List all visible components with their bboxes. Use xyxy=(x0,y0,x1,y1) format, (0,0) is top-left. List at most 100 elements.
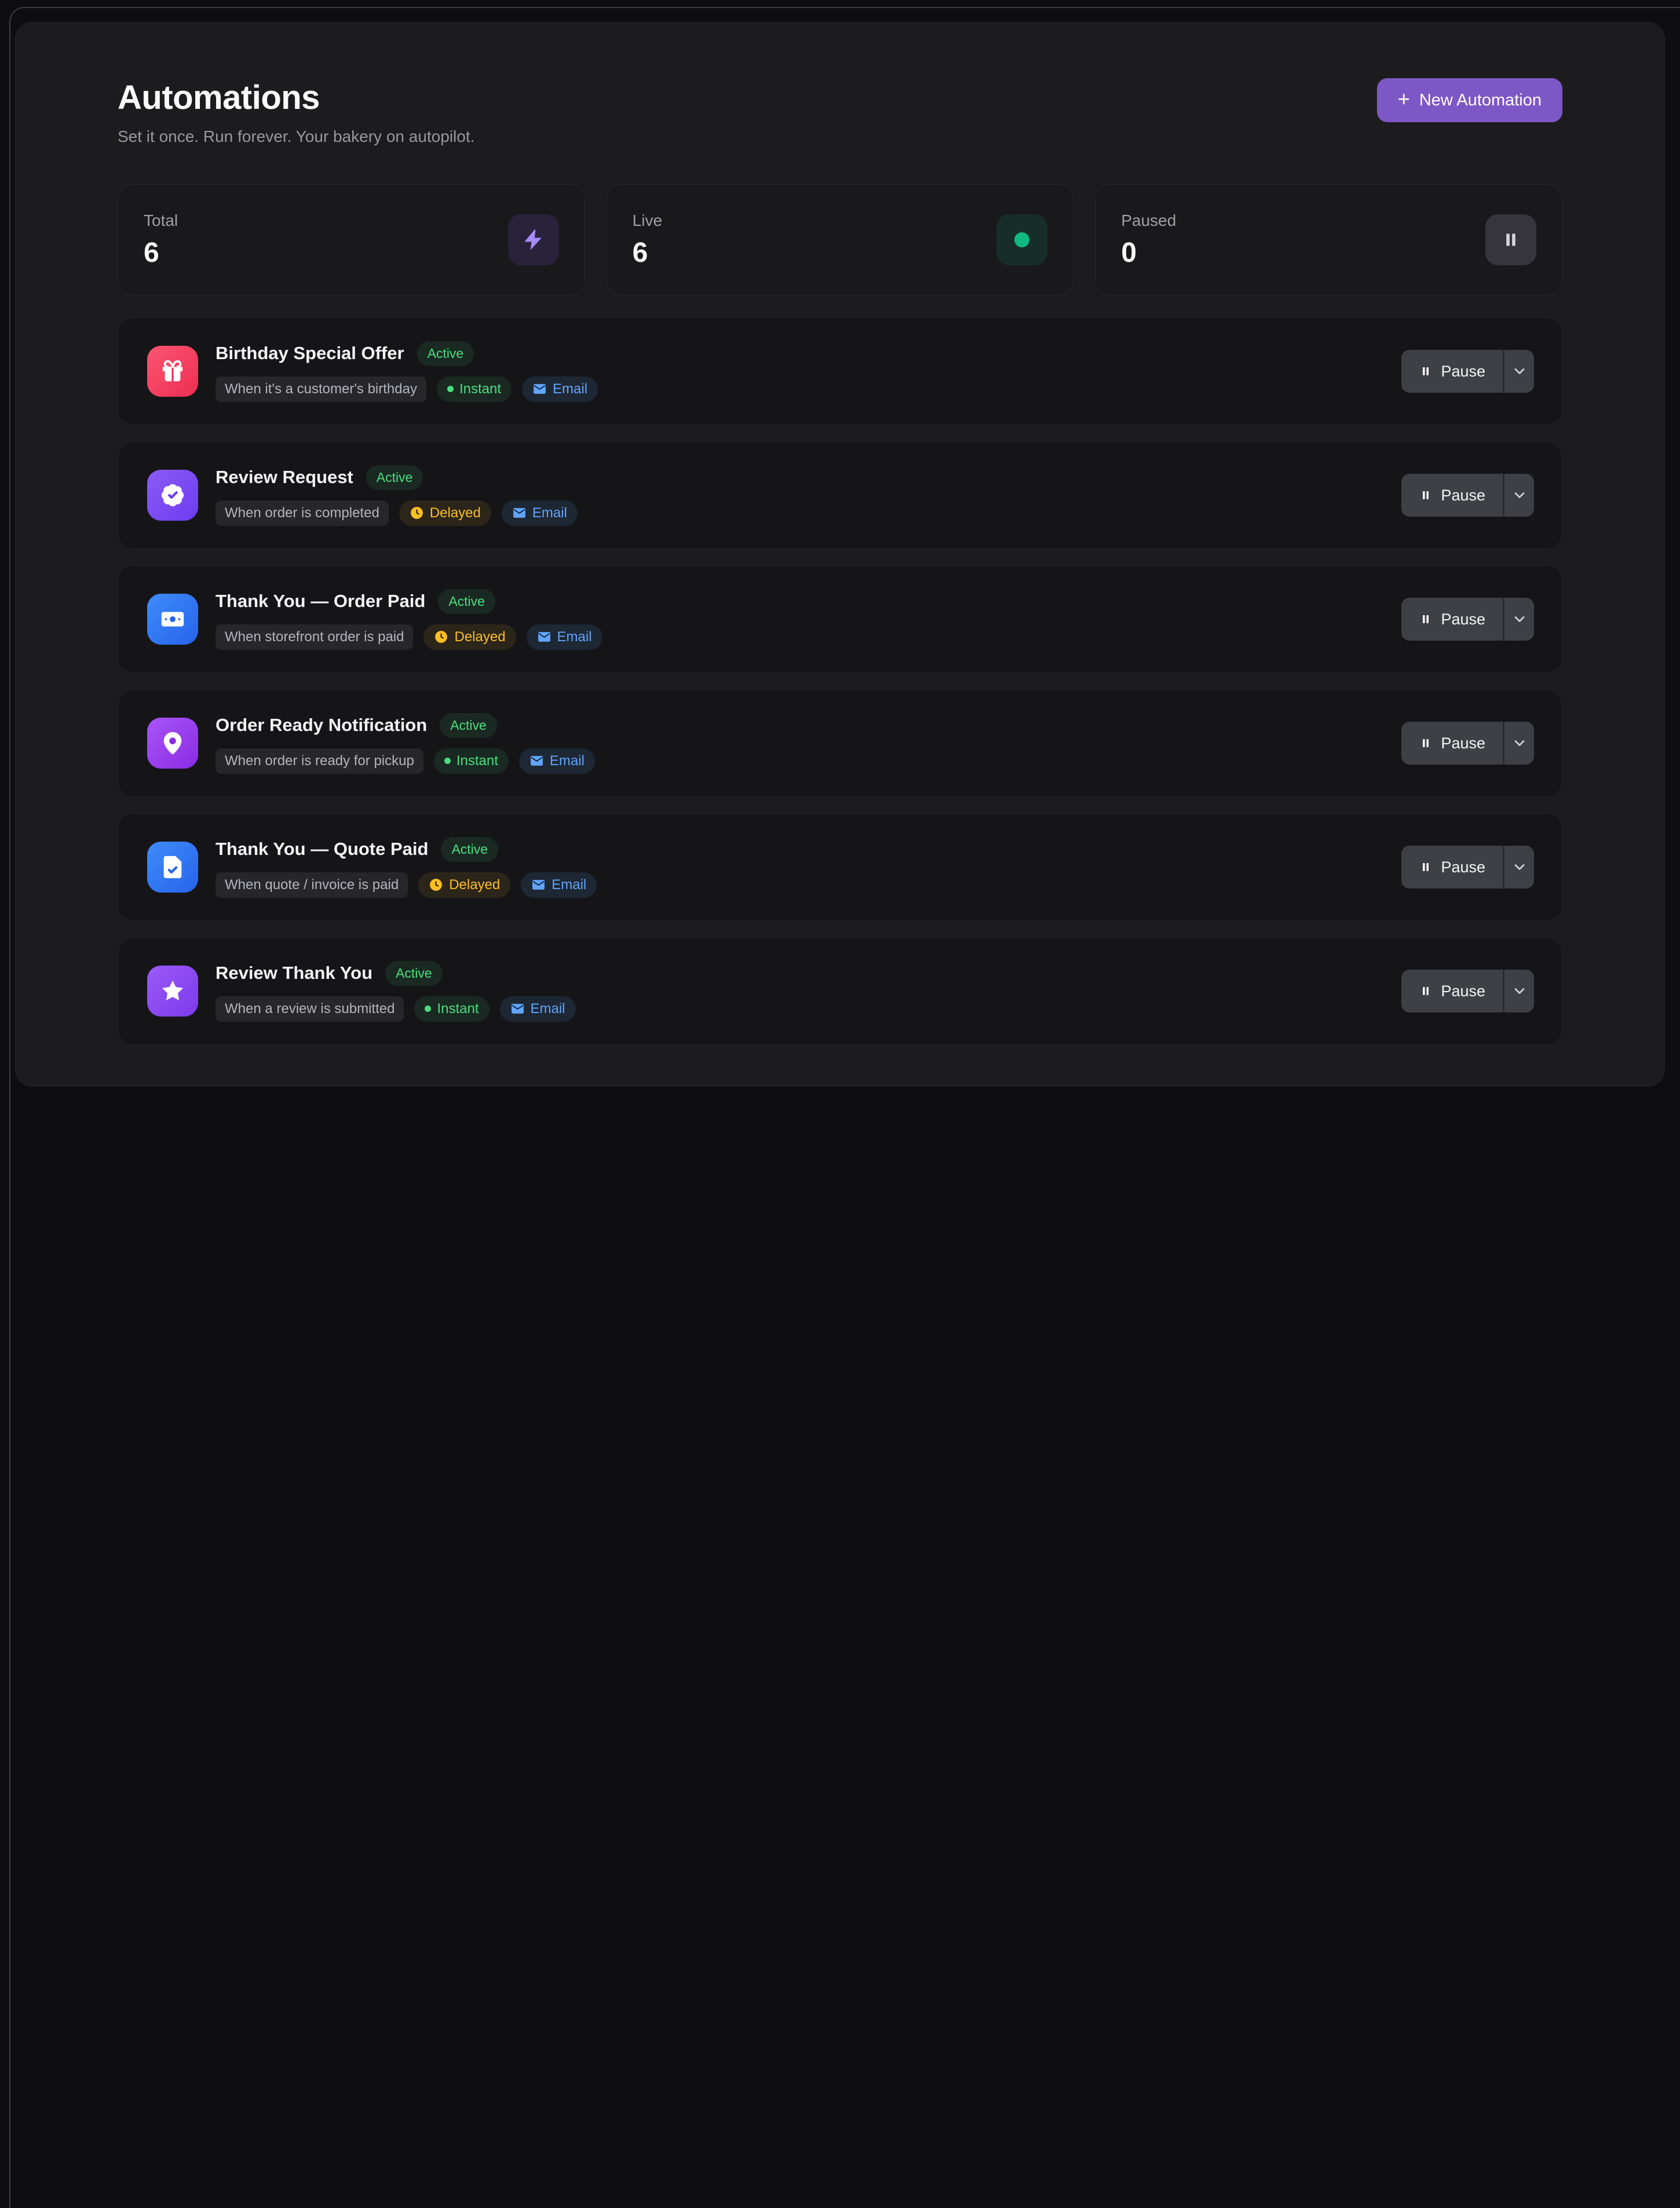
channel-label: Email xyxy=(550,753,585,769)
timing-badge: Delayed xyxy=(423,624,516,650)
envelope-icon xyxy=(529,754,544,768)
stats-row: Total 6 Live 6 Paused 0 xyxy=(118,184,1562,295)
stat-value: 0 xyxy=(1121,237,1176,269)
pause-button-label: Pause xyxy=(1441,487,1485,505)
pause-glyph-icon xyxy=(1419,612,1433,626)
envelope-icon xyxy=(510,1001,525,1016)
automation-row: Birthday Special Offer Active When it's … xyxy=(118,317,1562,425)
pause-button[interactable]: Pause xyxy=(1401,474,1503,517)
automation-row-actions: Pause xyxy=(1401,350,1534,393)
envelope-icon xyxy=(537,630,552,644)
channel-badge: Email xyxy=(521,872,597,898)
page-heading-group: Automations Set it once. Run forever. Yo… xyxy=(118,78,474,146)
plus-icon: + xyxy=(1398,87,1410,111)
page-header: Automations Set it once. Run forever. Yo… xyxy=(118,78,1562,146)
page-title: Automations xyxy=(118,78,474,117)
channel-label: Email xyxy=(531,1001,565,1017)
automation-title-line: Review Request Active xyxy=(216,465,578,490)
timing-badge: Instant xyxy=(437,376,512,402)
timing-badge: Delayed xyxy=(399,500,491,526)
automation-list: Birthday Special Offer Active When it's … xyxy=(118,317,1562,1045)
automation-row-actions: Pause xyxy=(1401,722,1534,765)
file-check-icon xyxy=(159,854,186,880)
stat-label: Total xyxy=(144,211,178,230)
status-badge: Active xyxy=(417,341,474,366)
chevron-down-icon xyxy=(1511,735,1528,751)
pause-button[interactable]: Pause xyxy=(1401,846,1503,889)
new-automation-button[interactable]: + New Automation xyxy=(1377,78,1562,122)
pause-button[interactable]: Pause xyxy=(1401,970,1503,1012)
automation-icon xyxy=(147,346,198,397)
automation-title-line: Thank You — Order Paid Active xyxy=(216,589,602,614)
row-menu-chevron-button[interactable] xyxy=(1503,598,1534,641)
trigger-pill: When it's a customer's birthday xyxy=(216,376,426,402)
live-dot xyxy=(1014,232,1029,247)
clock-icon xyxy=(410,506,424,520)
pause-glyph xyxy=(1501,230,1521,250)
pause-button[interactable]: Pause xyxy=(1401,350,1503,393)
automation-meta-line: When storefront order is paid Delayed xyxy=(216,624,602,650)
lightning-glyph xyxy=(521,228,546,252)
pause-glyph-icon xyxy=(1419,736,1433,750)
stat-label: Paused xyxy=(1121,211,1176,230)
status-badge: Active xyxy=(440,713,497,738)
channel-badge: Email xyxy=(502,500,578,526)
automation-title: Birthday Special Offer xyxy=(216,343,404,364)
row-menu-chevron-button[interactable] xyxy=(1503,846,1534,889)
row-menu-chevron-button[interactable] xyxy=(1503,350,1534,393)
clock-icon xyxy=(429,878,443,892)
pause-glyph-icon xyxy=(1419,984,1433,998)
automation-meta-line: When order is ready for pickup Instant xyxy=(216,748,595,774)
stat-card-total: Total 6 xyxy=(118,184,585,295)
timing-label: Instant xyxy=(456,753,498,769)
chevron-down-icon xyxy=(1511,487,1528,503)
badge-check-icon xyxy=(159,482,186,509)
channel-badge: Email xyxy=(500,996,576,1022)
trigger-pill: When quote / invoice is paid xyxy=(216,872,408,898)
live-dot-icon xyxy=(996,214,1047,265)
automation-row-body: Thank You — Order Paid Active When store… xyxy=(216,589,602,650)
stat-value: 6 xyxy=(633,237,662,269)
pause-button-label: Pause xyxy=(1441,982,1485,1000)
automation-row-actions: Pause xyxy=(1401,970,1534,1012)
automation-title: Order Ready Notification xyxy=(216,715,427,736)
timing-label: Instant xyxy=(459,381,501,397)
automation-row-body: Review Request Active When order is comp… xyxy=(216,465,578,526)
pause-glyph-icon xyxy=(1419,860,1433,874)
stat-text: Paused 0 xyxy=(1121,211,1176,269)
clock-icon xyxy=(434,630,448,644)
star-icon xyxy=(159,978,186,1004)
pause-glyph-icon xyxy=(1419,488,1433,502)
chevron-down-icon xyxy=(1511,363,1528,379)
chevron-down-icon xyxy=(1511,611,1528,627)
row-menu-chevron-button[interactable] xyxy=(1503,474,1534,517)
pause-button-label: Pause xyxy=(1441,858,1485,876)
automation-title-line: Thank You — Quote Paid Active xyxy=(216,837,597,862)
pause-button[interactable]: Pause xyxy=(1401,598,1503,641)
pause-icon xyxy=(1485,214,1536,265)
timing-badge: Instant xyxy=(434,748,509,774)
timing-label: Delayed xyxy=(430,505,481,521)
automation-row-actions: Pause xyxy=(1401,474,1534,517)
automation-title-line: Order Ready Notification Active xyxy=(216,713,595,738)
status-badge: Active xyxy=(366,465,423,490)
chevron-down-icon xyxy=(1511,983,1528,999)
pause-button[interactable]: Pause xyxy=(1401,722,1503,765)
map-pin-icon xyxy=(159,730,186,756)
automation-row: Thank You — Order Paid Active When store… xyxy=(118,565,1562,673)
automation-icon xyxy=(147,842,198,893)
automation-title: Review Thank You xyxy=(216,963,372,984)
row-menu-chevron-button[interactable] xyxy=(1503,970,1534,1012)
automation-row-actions: Pause xyxy=(1401,846,1534,889)
channel-label: Email xyxy=(532,505,567,521)
gift-icon xyxy=(159,358,186,385)
automation-title-line: Birthday Special Offer Active xyxy=(216,341,598,366)
channel-badge: Email xyxy=(527,624,602,650)
pause-button-label: Pause xyxy=(1441,734,1485,752)
automation-icon xyxy=(147,718,198,769)
automation-title: Review Request xyxy=(216,467,353,488)
automation-meta-line: When a review is submitted Instant xyxy=(216,996,576,1022)
timing-label: Delayed xyxy=(449,877,500,893)
timing-dot-icon xyxy=(425,1006,431,1012)
row-menu-chevron-button[interactable] xyxy=(1503,722,1534,765)
